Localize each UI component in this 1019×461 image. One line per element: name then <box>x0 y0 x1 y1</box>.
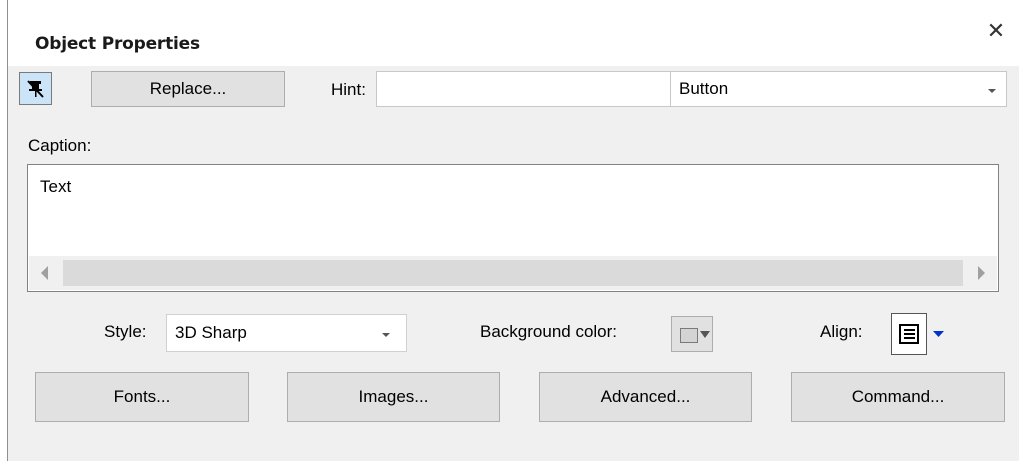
background-color-label: Background color: <box>480 322 618 341</box>
object-type-value: Button <box>679 79 729 98</box>
color-swatch <box>680 328 698 343</box>
caption-label: Caption: <box>28 136 92 155</box>
dropdown-arrow-icon <box>700 331 710 338</box>
horizontal-scrollbar[interactable] <box>29 256 997 290</box>
scroll-right-icon[interactable] <box>978 266 985 280</box>
align-label: Align: <box>820 322 863 341</box>
advanced-button[interactable]: Advanced... <box>539 372 752 422</box>
caption-textarea[interactable]: Text <box>27 164 999 292</box>
scrollbar-thumb[interactable] <box>63 260 963 286</box>
hint-input[interactable] <box>376 71 671 107</box>
align-dropdown[interactable] <box>891 313 953 355</box>
object-type-dropdown[interactable]: Button <box>670 71 1007 107</box>
hint-label: Hint: <box>331 80 366 99</box>
scroll-left-icon[interactable] <box>41 266 48 280</box>
background-color-picker[interactable] <box>671 316 713 352</box>
style-value: 3D Sharp <box>175 323 247 342</box>
style-label: Style: <box>104 322 147 341</box>
close-icon[interactable]: ✕ <box>983 18 1009 44</box>
images-button[interactable]: Images... <box>287 372 500 422</box>
fonts-button[interactable]: Fonts... <box>35 372 249 422</box>
object-properties-dialog: Object Properties ✕ Replace... Hint: But… <box>7 0 1019 461</box>
chevron-down-icon <box>933 331 944 337</box>
chevron-down-icon <box>382 333 390 337</box>
dialog-title: Object Properties <box>35 34 200 54</box>
command-button[interactable]: Command... <box>791 372 1005 422</box>
pin-button[interactable] <box>19 72 52 105</box>
replace-button[interactable]: Replace... <box>91 71 285 107</box>
style-dropdown[interactable]: 3D Sharp <box>166 314 407 352</box>
title-bar: Object Properties ✕ <box>8 0 1019 66</box>
align-left-icon <box>899 324 919 344</box>
pin-icon <box>26 79 44 98</box>
chevron-down-icon <box>988 89 996 93</box>
caption-value: Text <box>40 177 72 196</box>
align-button-frame <box>891 313 927 355</box>
